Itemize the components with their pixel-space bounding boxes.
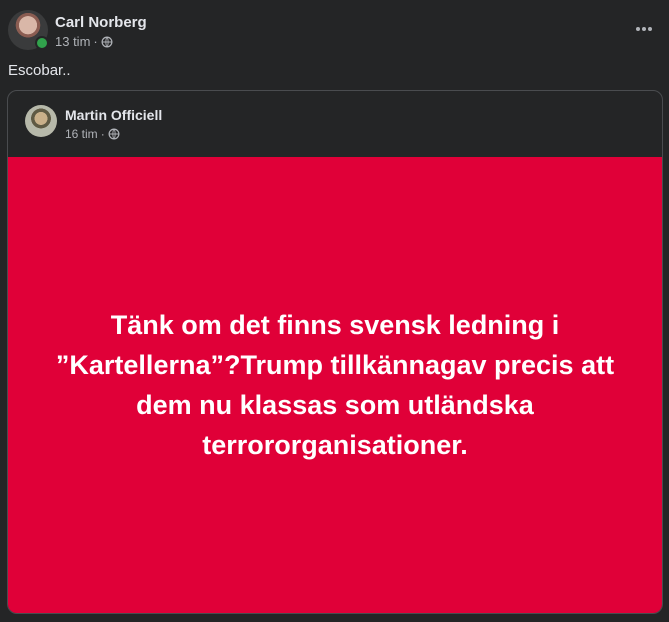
shared-post-header: Martin Officiell 16 tim ·	[25, 105, 162, 141]
separator-dot: ·	[100, 127, 105, 141]
more-options-icon	[636, 27, 640, 31]
author-name[interactable]: Carl Norberg	[55, 14, 147, 31]
post-time[interactable]: 13 tim	[55, 35, 90, 49]
more-options-button[interactable]	[633, 18, 655, 40]
post-caption: Escobar..	[8, 62, 71, 79]
globe-icon[interactable]	[101, 36, 113, 48]
online-status-icon	[35, 36, 49, 50]
author-avatar-wrapper[interactable]	[8, 10, 49, 50]
facebook-post: Carl Norberg 13 tim · Escobar.. Martin O…	[0, 0, 669, 622]
shared-post-meta: Martin Officiell 16 tim ·	[65, 105, 162, 141]
post-header: Carl Norberg 13 tim ·	[8, 10, 147, 50]
shared-post-subline: 16 tim ·	[65, 127, 162, 141]
shared-author-avatar[interactable]	[25, 105, 57, 137]
post-meta: Carl Norberg 13 tim ·	[55, 10, 147, 49]
shared-post-time[interactable]: 16 tim	[65, 127, 98, 141]
more-options-icon-dot	[648, 27, 652, 31]
shared-post-text: Tänk om det finns svensk ledning i ”Kart…	[55, 310, 615, 460]
separator-dot: ·	[93, 34, 98, 49]
shared-post-card[interactable]: Martin Officiell 16 tim · Tänk om det fi…	[7, 90, 663, 614]
post-subline: 13 tim ·	[55, 35, 147, 49]
more-options-icon-dot	[642, 27, 646, 31]
shared-author-name[interactable]: Martin Officiell	[65, 107, 162, 123]
text-post-background: Tänk om det finns svensk ledning i ”Kart…	[8, 157, 662, 613]
globe-icon[interactable]	[108, 128, 120, 140]
